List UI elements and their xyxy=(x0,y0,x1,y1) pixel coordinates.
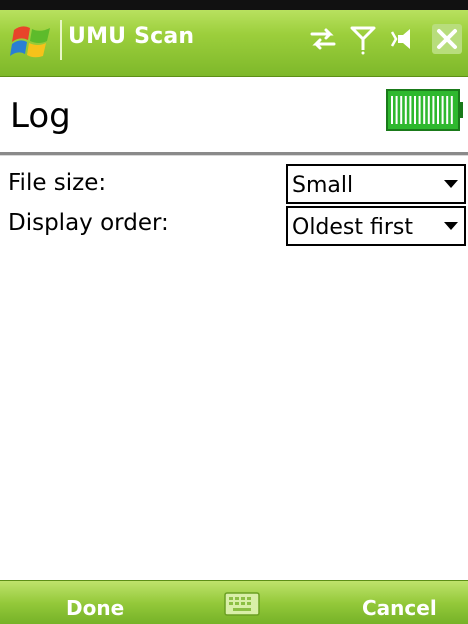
chevron-down-icon xyxy=(444,222,458,230)
title-bar: UMU Scan xyxy=(0,0,468,77)
app-title: UMU Scan xyxy=(68,24,195,49)
chevron-down-icon xyxy=(444,180,458,188)
device-screen: UMU Scan Log File size: Small Display or… xyxy=(0,0,468,624)
done-button[interactable]: Done xyxy=(66,596,124,620)
speaker-volume-icon[interactable] xyxy=(388,22,422,56)
keyboard-icon[interactable] xyxy=(224,592,260,616)
page-title: Log xyxy=(10,96,71,136)
display-order-value: Oldest first xyxy=(292,215,413,240)
menu-bar: Done Cancel xyxy=(0,580,468,624)
file-size-dropdown[interactable]: Small xyxy=(286,164,466,204)
title-separator xyxy=(60,20,62,60)
file-size-value: Small xyxy=(292,173,354,198)
network-sync-icon[interactable] xyxy=(306,22,340,56)
cancel-button[interactable]: Cancel xyxy=(362,596,437,620)
top-bezel xyxy=(0,0,468,10)
display-order-dropdown[interactable]: Oldest first xyxy=(286,206,466,246)
windows-start-icon[interactable] xyxy=(10,20,54,60)
close-icon[interactable] xyxy=(430,22,464,56)
file-size-label: File size: xyxy=(8,170,107,196)
header-divider-highlight xyxy=(0,155,468,156)
battery-icon xyxy=(386,89,463,131)
display-order-label: Display order: xyxy=(8,210,169,236)
signal-antenna-icon[interactable] xyxy=(346,22,380,56)
